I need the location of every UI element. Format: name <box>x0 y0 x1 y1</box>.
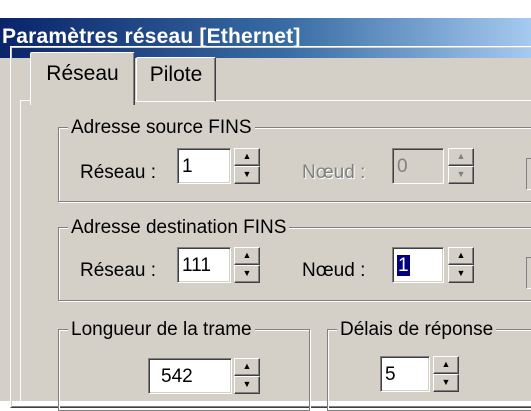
tab-reseau-label: Réseau <box>46 62 119 85</box>
source-network-input[interactable]: 1 <box>177 148 231 184</box>
spin-up-icon[interactable]: ▲ <box>234 358 260 376</box>
spin-up-icon[interactable]: ▲ <box>448 247 474 265</box>
spin-down-icon[interactable]: ▼ <box>234 166 260 184</box>
dest-node-spinner[interactable]: ▲ ▼ <box>448 247 474 283</box>
frame-length-value: 542 <box>161 366 193 387</box>
source-network-spinner[interactable]: ▲ ▼ <box>234 148 260 184</box>
source-node-input[interactable]: 0 <box>392 148 444 184</box>
dest-node-input[interactable]: 1 <box>392 247 444 283</box>
spin-up-icon[interactable]: ▲ <box>234 148 260 166</box>
frame-length-legend: Longueur de la trame <box>68 319 255 341</box>
source-fins-legend: Adresse source FINS <box>68 117 255 139</box>
spin-down-icon[interactable]: ▼ <box>433 374 459 392</box>
spin-down-icon[interactable]: ▼ <box>234 265 260 283</box>
source-cut-control <box>526 158 531 190</box>
dest-network-spinner[interactable]: ▲ ▼ <box>234 247 260 283</box>
dest-fins-legend: Adresse destination FINS <box>68 217 290 239</box>
spin-down-icon[interactable]: ▼ <box>448 166 474 184</box>
source-node-value: 0 <box>397 156 408 177</box>
dest-node-label: Nœud : <box>302 260 366 281</box>
spin-up-icon[interactable]: ▲ <box>448 148 474 166</box>
dest-cut-control <box>526 257 531 289</box>
source-network-value: 1 <box>182 156 193 177</box>
dest-node-value: 1 <box>397 255 410 276</box>
tab-pilote[interactable]: Pilote <box>136 57 216 102</box>
source-network-label: Réseau : <box>80 162 157 183</box>
source-node-label: Nœud : <box>302 162 366 183</box>
spin-down-icon[interactable]: ▼ <box>448 265 474 283</box>
response-delay-legend: Délais de réponse <box>337 319 497 341</box>
frame-length-spinner[interactable]: ▲ ▼ <box>234 358 260 394</box>
tab-pilote-label: Pilote <box>149 63 203 86</box>
frame-length-input[interactable]: 542 <box>148 358 232 394</box>
dest-network-label: Réseau : <box>80 260 157 281</box>
spin-up-icon[interactable]: ▲ <box>433 356 459 374</box>
response-delay-value: 5 <box>385 364 396 385</box>
spin-down-icon[interactable]: ▼ <box>234 376 260 394</box>
tab-reseau[interactable]: Réseau <box>30 52 135 105</box>
dest-network-value: 111 <box>182 255 211 276</box>
dest-network-input[interactable]: 111 <box>177 247 231 283</box>
response-delay-spinner[interactable]: ▲ ▼ <box>433 356 459 392</box>
source-node-spinner[interactable]: ▲ ▼ <box>448 148 474 184</box>
response-delay-input[interactable]: 5 <box>380 356 430 392</box>
spin-up-icon[interactable]: ▲ <box>234 247 260 265</box>
